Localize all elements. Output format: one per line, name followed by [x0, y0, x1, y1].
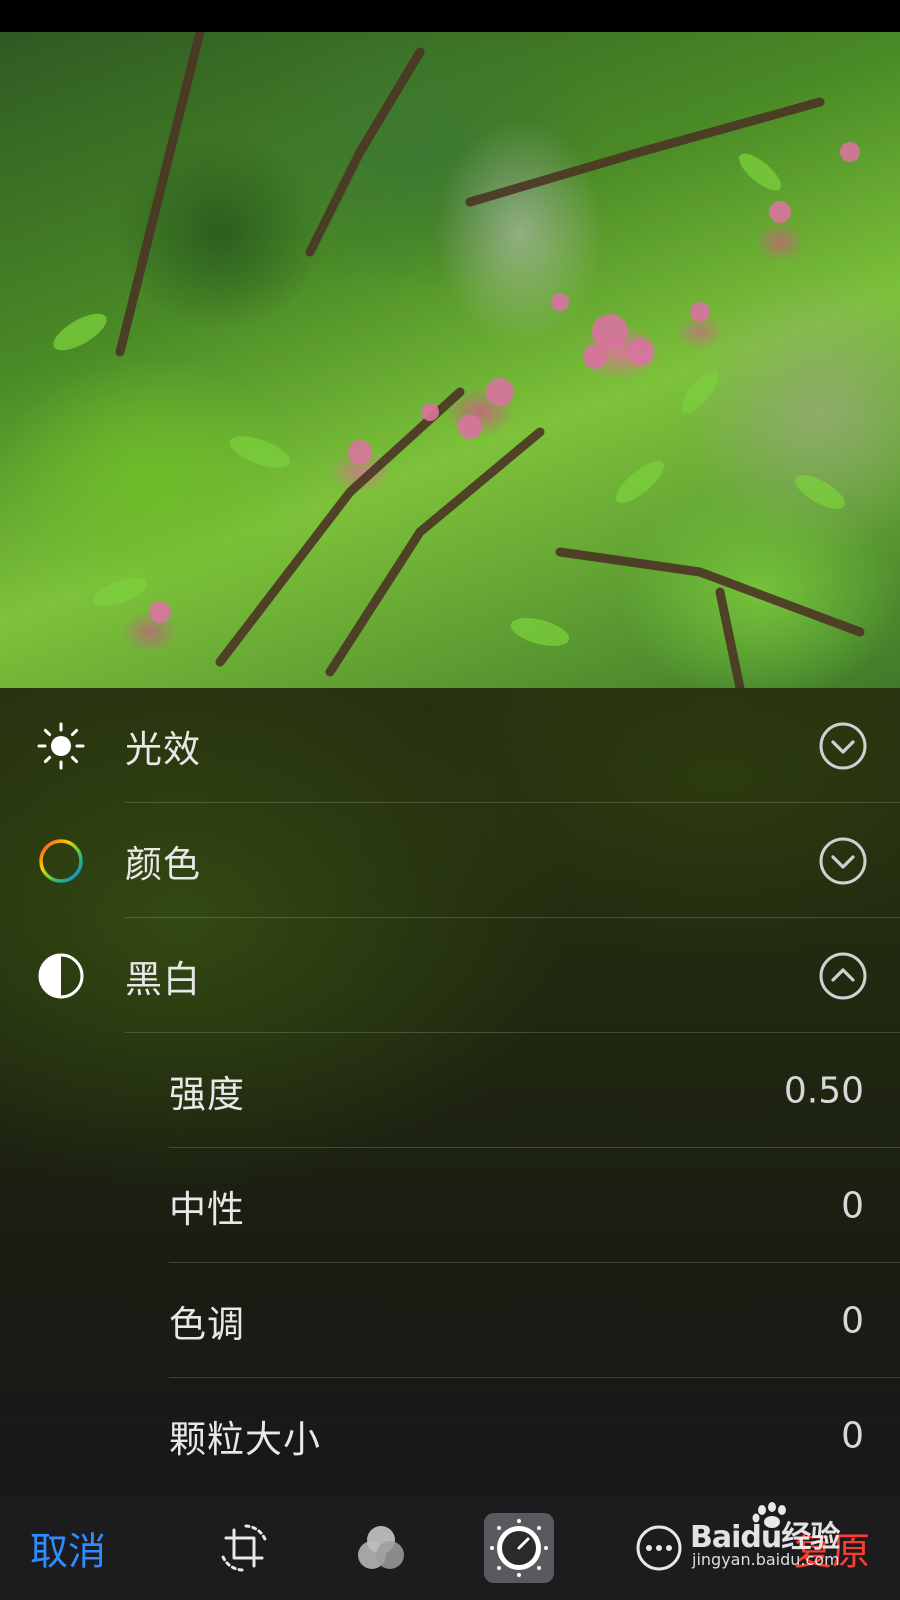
chevron-down-icon[interactable] [818, 836, 868, 886]
cancel-button[interactable]: 取消 [30, 1520, 106, 1575]
adjustments-panel: 光效 颜色 黑白 强度 0.50 中性 0 色调 0 颗粒大小 0 [0, 688, 900, 1495]
bottom-toolbar: 取消 复原 [0, 1495, 900, 1600]
photo-preview [0, 32, 900, 688]
bw-intensity-value: 0.50 [783, 1070, 864, 1111]
color-wheel-icon [39, 838, 83, 883]
bw-grain-value: 0 [841, 1415, 864, 1456]
bw-tone-label: 色调 [169, 1302, 245, 1346]
bw-neutral-label: 中性 [169, 1187, 245, 1231]
bw-grain-row[interactable]: 颗粒大小 0 [0, 1378, 900, 1493]
section-black-white-label: 黑白 [125, 957, 201, 1001]
chevron-up-icon[interactable] [818, 951, 868, 1001]
filters-icon[interactable] [352, 1519, 410, 1577]
bw-tone-row[interactable]: 色调 0 [0, 1263, 900, 1378]
chevron-down-icon[interactable] [818, 721, 868, 771]
top-status-bar [0, 0, 900, 32]
adjust-dial-icon [490, 1518, 548, 1577]
adjust-tool-button[interactable] [484, 1512, 554, 1583]
bw-intensity-row[interactable]: 强度 0.50 [0, 1033, 900, 1148]
restore-button[interactable]: 复原 [794, 1520, 870, 1575]
photo-foliage [53, 32, 865, 688]
bw-neutral-row[interactable]: 中性 0 [0, 1148, 900, 1263]
section-light[interactable]: 光效 [0, 688, 900, 803]
more-options-icon[interactable] [634, 1523, 684, 1573]
bw-neutral-value: 0 [841, 1185, 864, 1226]
bw-tone-value: 0 [841, 1300, 864, 1341]
bw-intensity-label: 强度 [169, 1072, 245, 1116]
section-light-label: 光效 [125, 727, 201, 771]
section-color[interactable]: 颜色 [0, 803, 900, 918]
crop-rotate-icon[interactable] [216, 1520, 272, 1576]
section-color-label: 颜色 [125, 842, 201, 886]
section-black-white[interactable]: 黑白 [0, 918, 900, 1033]
sun-icon [37, 722, 85, 769]
half-circle-icon [38, 953, 84, 998]
bw-grain-label: 颗粒大小 [169, 1417, 321, 1461]
